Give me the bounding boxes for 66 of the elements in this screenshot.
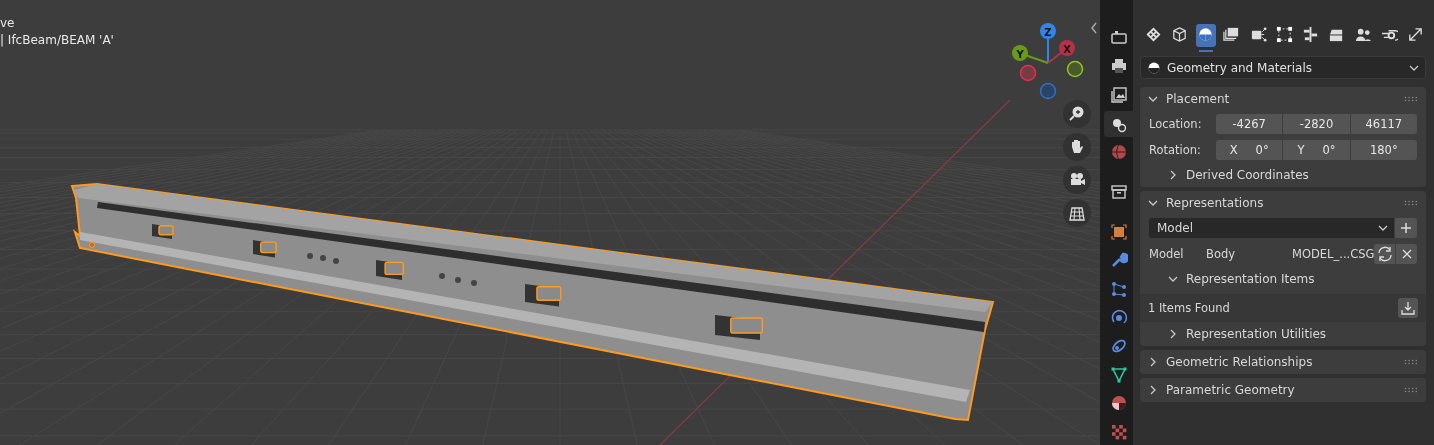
particles-icon (1109, 279, 1128, 298)
box-icon (1109, 183, 1128, 201)
zoom-icon (1068, 105, 1086, 123)
zoom-button[interactable] (1063, 100, 1091, 128)
node-icon (1249, 25, 1267, 43)
subpanel-header[interactable]: Representation Utilities (1140, 322, 1426, 346)
shading-icon (1197, 25, 1215, 43)
number-field[interactable]: 46117 (1350, 113, 1417, 134)
number-field[interactable]: -2820 (1283, 113, 1350, 134)
cube-icon (1109, 222, 1128, 241)
close-icon (1401, 248, 1412, 259)
drag-handle-icon[interactable] (1404, 359, 1418, 365)
download-icon (1401, 301, 1415, 315)
representation-cell: MODEL_...CSG (1292, 246, 1375, 261)
representation-cell-text: Body (1206, 246, 1237, 261)
viewport-info-text: | IfcBeam/BEAM 'A' (0, 33, 114, 47)
camera-button[interactable] (1063, 166, 1091, 194)
panel-header[interactable]: Placement (1140, 87, 1426, 111)
grid-button[interactable] (1063, 199, 1091, 227)
number-field[interactable]: Y 0° (1283, 139, 1350, 160)
image-stack-icon (1109, 86, 1128, 105)
properties-tab[interactable] (1104, 110, 1133, 137)
layers-icon (1223, 25, 1241, 43)
representation-cell-text: Model (1149, 246, 1185, 261)
sphere-icon (1109, 394, 1128, 413)
refresh-icon (1376, 245, 1393, 262)
refresh-button[interactable] (1374, 243, 1396, 264)
printer-icon (1109, 57, 1128, 76)
signpost-icon (1302, 25, 1320, 43)
arrows-icon (1407, 25, 1425, 43)
grid-icon (1068, 204, 1086, 222)
render-icon (1109, 28, 1128, 47)
bounding-box-icon (1275, 25, 1293, 43)
collapse-icon[interactable] (1090, 22, 1098, 34)
add-button[interactable] (1395, 217, 1417, 238)
mode-dropdown[interactable]: Geometry and Materials (1140, 56, 1426, 79)
download-button[interactable] (1398, 298, 1418, 318)
number-field[interactable]: X 0° (1216, 139, 1283, 160)
panel-header[interactable]: Geometric Relationships (1140, 350, 1426, 374)
field-label: Rotation: (1149, 142, 1202, 157)
axis-label: X (1063, 44, 1071, 55)
items-count-text: 1 Items Found (1148, 301, 1231, 315)
viewport-info-text: ve (0, 16, 16, 30)
representation-dropdown[interactable]: Model (1149, 217, 1394, 238)
drag-handle-icon[interactable] (1404, 200, 1418, 206)
axis-label: Y (1016, 49, 1024, 60)
pan-button[interactable] (1063, 133, 1091, 161)
globe-icon (1109, 143, 1128, 162)
panel-header[interactable]: Representations (1140, 191, 1426, 215)
orbit-icon (1109, 308, 1128, 327)
field-label: Location: (1149, 116, 1203, 131)
drag-handle-icon[interactable] (1404, 387, 1418, 393)
axis-label: Z (1044, 27, 1052, 38)
drag-handle-icon[interactable] (1404, 96, 1418, 102)
plus-icon (1400, 221, 1412, 234)
subpanel-header[interactable]: Representation Items (1140, 267, 1426, 291)
knot-icon (1144, 25, 1162, 43)
checker-icon (1109, 423, 1128, 442)
panel-header[interactable]: Parametric Geometry (1140, 378, 1426, 402)
number-field[interactable]: 180° (1350, 139, 1417, 160)
triangle-icon (1109, 365, 1128, 384)
subpanel-header[interactable]: Derived Coordinates (1140, 163, 1426, 187)
number-field[interactable]: -4267 (1216, 113, 1283, 134)
shading-icon (1147, 60, 1161, 75)
cube-icon (1170, 25, 1188, 43)
remove-button[interactable] (1396, 243, 1417, 264)
